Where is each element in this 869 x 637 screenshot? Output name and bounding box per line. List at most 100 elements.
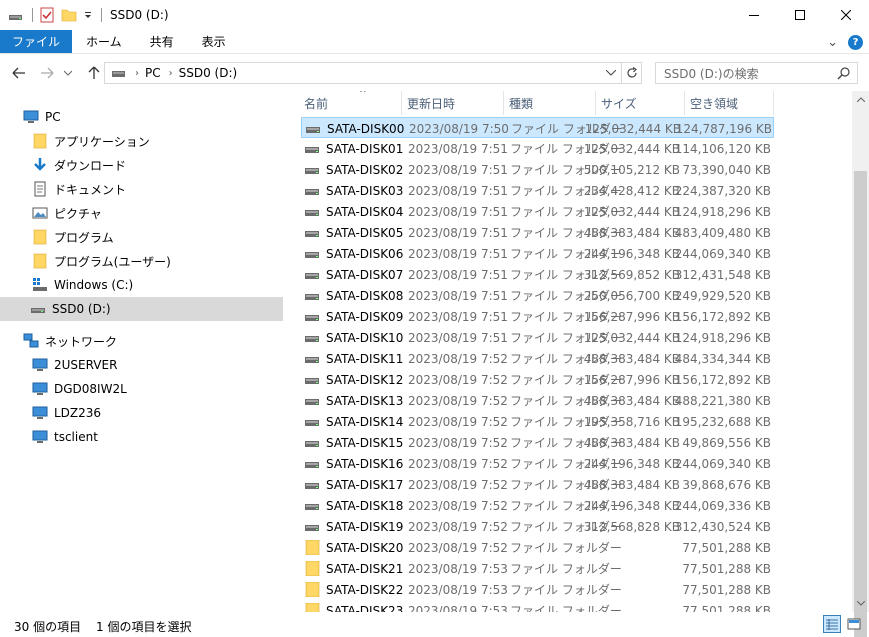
file-name-cell: SATA-DISK19 (305, 516, 403, 537)
file-row[interactable]: SATA-DISK17 2023/08/19 7:52 ファイル フォルダー 488,… (301, 474, 774, 495)
scroll-up-button[interactable] (852, 91, 869, 108)
tab-share[interactable]: 共有 (136, 30, 188, 53)
breadcrumb-pc[interactable]: PC (145, 66, 161, 80)
details-view-button[interactable] (823, 615, 841, 633)
breadcrumb-chevron-icon[interactable]: › (135, 68, 139, 79)
file-date: 2023/08/19 7:52 (408, 498, 508, 513)
file-size: 488,383,484 KB (583, 393, 680, 408)
file-row[interactable]: SATA-DISK09 2023/08/19 7:51 ファイル フォルダー 156,… (301, 306, 774, 327)
file-row[interactable]: SATA-DISK07 2023/08/19 7:51 ファイル フォルダー 312,… (301, 264, 774, 285)
file-name-cell: SATA-DISK01 (305, 138, 403, 159)
file-date: 2023/08/19 7:53 (408, 603, 508, 613)
address-history-dropdown[interactable] (603, 63, 619, 83)
folder-icon (32, 253, 48, 269)
search-placeholder: SSD0 (D:)の検索 (664, 66, 759, 81)
divider (32, 8, 33, 22)
nav-item-windows-c[interactable]: Windows (C:) (32, 273, 133, 297)
file-row[interactable]: SATA-DISK02 2023/08/19 7:51 ファイル フォルダー 500,… (301, 159, 774, 180)
file-row[interactable]: SATA-DISK16 2023/08/19 7:52 ファイル フォルダー 244,… (301, 453, 774, 474)
minimize-button[interactable] (731, 0, 777, 30)
file-row[interactable]: SATA-DISK21 2023/08/19 7:53 ファイル フォルダー 77,5… (301, 558, 774, 579)
file-free-space: 156,172,892 KB (674, 309, 771, 324)
file-row[interactable]: SATA-DISK04 2023/08/19 7:51 ファイル フォルダー 125,… (301, 201, 774, 222)
nav-item-tsclient[interactable]: tsclient (32, 425, 98, 449)
column-header-type[interactable]: 種類 (504, 91, 596, 115)
nav-item-pictures[interactable]: ピクチャ (32, 201, 102, 225)
file-row[interactable]: SATA-DISK14 2023/08/19 7:52 ファイル フォルダー 195,… (301, 411, 774, 432)
vertical-scrollbar[interactable] (852, 91, 869, 637)
expand-ribbon-icon[interactable]: ⌄ (827, 35, 838, 50)
file-free-space: 124,918,296 KB (674, 204, 771, 219)
file-row[interactable]: SATA-DISK13 2023/08/19 7:52 ファイル フォルダー 488,… (301, 390, 774, 411)
drive-icon (305, 459, 320, 468)
file-row[interactable]: SATA-DISK00 2023/08/19 7:50 ファイル フォルダー 125,… (301, 117, 774, 138)
file-date: 2023/08/19 7:51 (408, 309, 508, 324)
properties-icon[interactable] (39, 7, 55, 23)
file-row[interactable]: SATA-DISK20 2023/08/19 7:52 ファイル フォルダー 77,5… (301, 537, 774, 558)
nav-item-documents[interactable]: ドキュメント (32, 177, 126, 201)
column-header-name[interactable]: 名前 ^ (299, 91, 402, 115)
file-row[interactable]: SATA-DISK15 2023/08/19 7:52 ファイル フォルダー 488,… (301, 432, 774, 453)
close-button[interactable] (823, 0, 869, 30)
nav-item-applications[interactable]: アプリケーション (32, 129, 150, 153)
new-folder-icon[interactable] (61, 7, 77, 23)
file-row[interactable]: SATA-DISK11 2023/08/19 7:52 ファイル フォルダー 488,… (301, 348, 774, 369)
nav-item-pc[interactable]: PC (23, 105, 61, 129)
file-row[interactable]: SATA-DISK22 2023/08/19 7:53 ファイル フォルダー 77,5… (301, 579, 774, 600)
nav-label: DGD08IW2L (54, 382, 127, 396)
nav-item-programs-user[interactable]: プログラム(ユーザー) (32, 249, 171, 273)
refresh-button[interactable] (621, 63, 641, 83)
file-row[interactable]: SATA-DISK12 2023/08/19 7:52 ファイル フォルダー 156,… (301, 369, 774, 390)
drive-icon (305, 501, 320, 510)
file-row[interactable]: SATA-DISK03 2023/08/19 7:51 ファイル フォルダー 234,… (301, 180, 774, 201)
column-header-free[interactable]: 空き領域 (685, 91, 774, 115)
breadcrumb-chevron-icon[interactable]: › (169, 68, 173, 79)
breadcrumb-ssd0[interactable]: SSD0 (D:) (179, 66, 238, 80)
drive-icon (305, 417, 320, 426)
tab-file[interactable]: ファイル (0, 30, 73, 53)
customize-dropdown-icon[interactable] (83, 7, 93, 23)
column-header-date[interactable]: 更新日時 (402, 91, 504, 115)
search-input[interactable]: SSD0 (D:)の検索 (655, 62, 858, 84)
file-row[interactable]: SATA-DISK18 2023/08/19 7:52 ファイル フォルダー 244,… (301, 495, 774, 516)
file-row[interactable]: SATA-DISK01 2023/08/19 7:51 ファイル フォルダー 125,… (301, 138, 774, 159)
tab-home[interactable]: ホーム (72, 30, 136, 53)
nav-item-downloads[interactable]: ダウンロード (32, 153, 126, 177)
file-size: 125,032,444 KB (583, 204, 680, 219)
file-free-space: 49,869,556 KB (682, 435, 771, 450)
nav-item-dgd08iw2l[interactable]: DGD08IW2L (32, 377, 127, 401)
large-icons-view-button[interactable] (845, 615, 863, 633)
maximize-button[interactable] (777, 0, 823, 30)
nav-item-programs[interactable]: プログラム (32, 225, 114, 249)
forward-button[interactable] (37, 63, 57, 83)
status-bar: 30 個の項目 1 個の項目を選択 (0, 612, 869, 637)
file-row[interactable]: SATA-DISK05 2023/08/19 7:51 ファイル フォルダー 488,… (301, 222, 774, 243)
file-name: SATA-DISK10 (326, 330, 404, 345)
up-button[interactable] (84, 63, 104, 83)
file-row[interactable]: SATA-DISK08 2023/08/19 7:51 ファイル フォルダー 250,… (301, 285, 774, 306)
address-bar[interactable]: › PC › SSD0 (D:) (104, 62, 642, 84)
file-row[interactable]: SATA-DISK10 2023/08/19 7:51 ファイル フォルダー 125,… (301, 327, 774, 348)
file-size (602, 537, 680, 558)
back-button[interactable] (9, 63, 29, 83)
file-size: 250,056,700 KB (583, 288, 680, 303)
file-row[interactable]: SATA-DISK06 2023/08/19 7:51 ファイル フォルダー 244,… (301, 243, 774, 264)
nav-item-ldz236[interactable]: LDZ236 (32, 401, 101, 425)
tab-view[interactable]: 表示 (188, 30, 240, 53)
file-row[interactable]: SATA-DISK19 2023/08/19 7:52 ファイル フォルダー 312,… (301, 516, 774, 537)
recent-locations-button[interactable] (62, 63, 74, 83)
nav-item-2userver[interactable]: 2USERVER (32, 353, 117, 377)
file-name-cell: SATA-DISK10 (305, 327, 403, 348)
drive-icon (305, 333, 320, 342)
file-row[interactable]: SATA-DISK23 2023/08/19 7:53 ファイル フォルダー 77,5… (301, 600, 774, 612)
scroll-down-button[interactable] (852, 595, 869, 612)
file-size: 488,383,484 KB (583, 435, 680, 450)
drive-icon (305, 228, 320, 237)
scrollbar-thumb[interactable] (854, 171, 867, 637)
help-icon[interactable]: ? (848, 34, 863, 50)
file-name-cell: SATA-DISK14 (305, 411, 403, 432)
nav-item-ssd0-d[interactable]: SSD0 (D:) (0, 297, 283, 321)
nav-item-network[interactable]: ネットワーク (23, 329, 117, 353)
column-header-size[interactable]: サイズ (596, 91, 685, 115)
nav-label: ピクチャ (54, 206, 102, 221)
